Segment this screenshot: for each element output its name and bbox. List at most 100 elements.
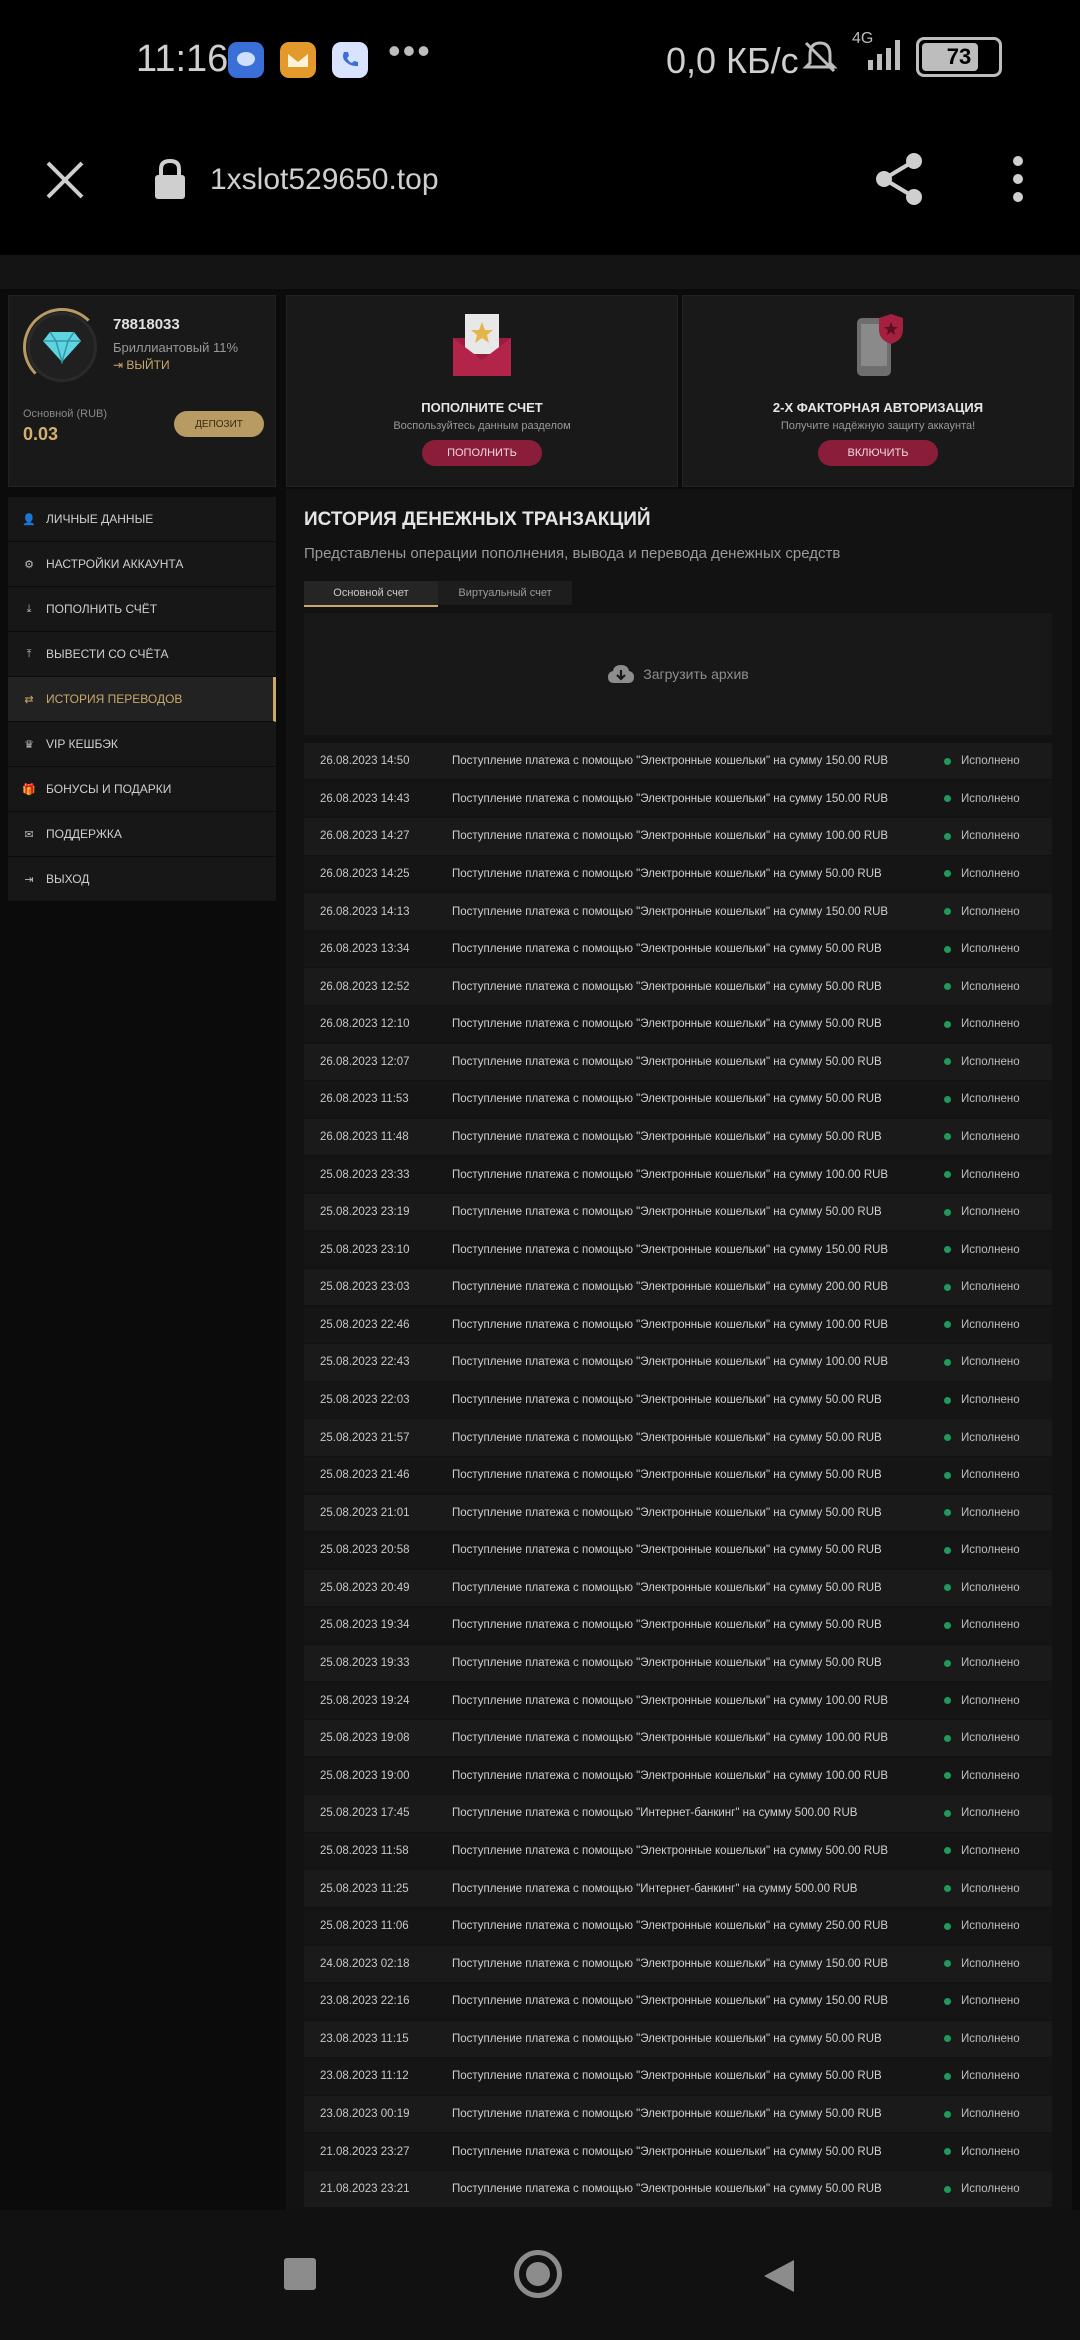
transaction-status: Исполнено	[944, 1319, 1052, 1331]
transfer-icon: ⇄	[24, 693, 34, 706]
transaction-date: 23.08.2023 11:15	[320, 2032, 409, 2045]
transaction-status: Исполнено	[944, 1206, 1052, 1218]
transaction-description: Поступление платежа с помощью "Электронн…	[452, 1356, 889, 1369]
clock: 11:16	[136, 38, 229, 80]
transaction-description: Поступление платежа с помощью "Электронн…	[452, 830, 889, 843]
transaction-date: 26.08.2023 14:50	[320, 755, 410, 768]
crown-icon: ♛	[24, 738, 34, 751]
table-row: 26.08.2023 14:50 Поступление платежа с по…	[304, 743, 1052, 780]
transaction-status: Исполнено	[944, 2033, 1052, 2045]
transaction-status: Исполнено	[944, 1920, 1052, 1932]
transaction-description: Поступление платежа с помощью "Электронн…	[452, 1243, 889, 1256]
transaction-description: Поступление платежа с помощью "Электронн…	[452, 1018, 882, 1031]
transaction-status: Исполнено	[944, 1807, 1052, 1819]
download-archive-button[interactable]: Загрузить архив	[304, 613, 1052, 735]
status-dot-icon	[944, 1358, 951, 1366]
menu-item-bonuses[interactable]: 🎁 БОНУСЫ И ПОДАРКИ	[8, 767, 276, 812]
status-dot-icon	[944, 2035, 951, 2043]
messages-app-icon	[228, 42, 264, 78]
table-row: 25.08.2023 19:34 Поступление платежа с по…	[304, 1607, 1052, 1644]
transaction-date: 25.08.2023 21:57	[320, 1431, 410, 1444]
status-dot-icon	[944, 757, 951, 765]
transaction-description: Поступление платежа с помощью "Электронн…	[452, 1318, 889, 1331]
transaction-description: Поступление платежа с помощью "Интернет-…	[452, 1882, 858, 1895]
status-dot-icon	[944, 870, 951, 878]
table-row: 25.08.2023 23:19 Поступление платежа с по…	[304, 1193, 1052, 1231]
table-row: 25.08.2023 23:33 Поступление платежа с по…	[304, 1156, 1052, 1193]
promo-deposit-button[interactable]: ПОПОЛНИТЬ	[422, 440, 542, 466]
status-dot-icon	[944, 1546, 951, 1554]
close-icon[interactable]	[40, 155, 90, 205]
menu-item-transfer-history[interactable]: ⇄ ИСТОРИЯ ПЕРЕВОДОВ	[8, 677, 276, 722]
menu-item-vip-cashback[interactable]: ♛ VIP КЕШБЭК	[8, 722, 276, 767]
transaction-status: Исполнено	[944, 1845, 1052, 1857]
transaction-date: 26.08.2023 14:13	[320, 905, 410, 918]
transaction-date: 25.08.2023 19:24	[320, 1694, 410, 1707]
system-indicators: 4G 73	[800, 30, 1002, 77]
gears-icon: ⚙	[24, 558, 34, 571]
status-dot-icon	[944, 1133, 951, 1141]
transaction-date: 25.08.2023 23:10	[320, 1243, 410, 1256]
transaction-date: 26.08.2023 13:34	[320, 943, 410, 956]
transaction-status: Исполнено	[944, 1883, 1052, 1895]
transaction-date: 26.08.2023 14:25	[320, 867, 410, 880]
back-button[interactable]	[762, 2258, 798, 2294]
status-dot-icon	[944, 1095, 951, 1103]
transaction-date: 25.08.2023 11:25	[320, 1882, 409, 1895]
logout-link[interactable]: ⇥ ВЫЙТИ	[113, 358, 170, 372]
status-dot-icon	[944, 832, 951, 840]
overflow-menu-icon[interactable]	[1000, 149, 1036, 209]
table-row: 24.08.2023 02:18 Поступление платежа с по…	[304, 1945, 1052, 1982]
gift-icon: 🎁	[22, 783, 36, 796]
status-dot-icon	[944, 1434, 951, 1442]
transactions-table: 26.08.2023 14:50 Поступление платежа с по…	[304, 743, 1052, 2209]
home-button[interactable]	[514, 2250, 562, 2298]
menu-item-deposit[interactable]: ⤓ ПОПОЛНИТЬ СЧЁТ	[8, 587, 276, 632]
tab-main-account[interactable]: Основной счет	[304, 581, 438, 607]
transaction-status: Исполнено	[944, 1356, 1052, 1368]
transaction-date: 25.08.2023 22:46	[320, 1318, 410, 1331]
transaction-status: Исполнено	[944, 1394, 1052, 1406]
table-row: 25.08.2023 21:01 Поступление платежа с по…	[304, 1494, 1052, 1531]
transaction-description: Поступление платежа с помощью "Интернет-…	[452, 1807, 858, 1820]
table-row: 26.08.2023 12:07 Поступление платежа с по…	[304, 1043, 1052, 1081]
menu-item-account-settings[interactable]: ⚙ НАСТРОЙКИ АККАУНТА	[8, 542, 276, 587]
table-row: 26.08.2023 13:34 Поступление платежа с по…	[304, 930, 1052, 968]
account-menu: 👤 ЛИЧНЫЕ ДАННЫЕ ⚙ НАСТРОЙКИ АККАУНТА ⤓ ПОПО…	[8, 497, 276, 902]
transaction-description: Поступление платежа с помощью "Электронн…	[452, 943, 882, 956]
page-subtitle: Представлены операции пополнения, вывода…	[304, 545, 841, 562]
tab-virtual-account[interactable]: Виртуальный счет	[438, 581, 572, 605]
more-notifications-icon: •••	[388, 30, 432, 71]
table-row: 25.08.2023 23:10 Поступление платежа с по…	[304, 1231, 1052, 1268]
deposit-button[interactable]: ДЕПОЗИТ	[174, 411, 264, 437]
status-dot-icon	[944, 2072, 951, 2080]
status-dot-icon	[944, 945, 951, 953]
transaction-status: Исполнено	[944, 1995, 1052, 2007]
menu-item-exit[interactable]: ⇥ ВЫХОД	[8, 857, 276, 902]
transaction-status: Исполнено	[944, 1432, 1052, 1444]
menu-item-withdraw[interactable]: ⤒ ВЫВЕСТИ СО СЧЁТА	[8, 632, 276, 677]
transaction-status: Исполнено	[944, 1056, 1052, 1068]
transaction-date: 25.08.2023 17:45	[320, 1807, 410, 1820]
phone-app-icon	[332, 42, 368, 78]
table-row: 26.08.2023 11:53 Поступление платежа с по…	[304, 1081, 1052, 1118]
table-row: 25.08.2023 11:25 Поступление платежа с по…	[304, 1870, 1052, 1907]
menu-item-support[interactable]: ✉ ПОДДЕРЖКА	[8, 812, 276, 857]
status-dot-icon	[944, 1621, 951, 1629]
recent-apps-button[interactable]	[284, 2258, 316, 2290]
transaction-status: Исполнено	[944, 943, 1052, 955]
share-icon[interactable]	[870, 149, 930, 209]
promo-2fa-button[interactable]: ВКЛЮЧИТЬ	[818, 440, 938, 466]
status-dot-icon	[944, 1208, 951, 1216]
status-dot-icon	[944, 1885, 951, 1893]
transaction-description: Поступление платежа с помощью "Электронн…	[452, 1920, 889, 1933]
table-row: 26.08.2023 11:48 Поступление платежа с по…	[304, 1118, 1052, 1156]
transaction-date: 25.08.2023 11:58	[320, 1844, 409, 1857]
transaction-date: 26.08.2023 14:43	[320, 792, 410, 805]
table-row: 25.08.2023 19:24 Поступление платежа с по…	[304, 1682, 1052, 1719]
table-row: 25.08.2023 11:58 Поступление платежа с по…	[304, 1832, 1052, 1870]
address-bar-url[interactable]: 1xslot529650.top	[210, 163, 439, 197]
menu-item-personal-data[interactable]: 👤 ЛИЧНЫЕ ДАННЫЕ	[8, 497, 276, 542]
status-dot-icon	[944, 2185, 951, 2193]
phone-shield-icon	[857, 314, 903, 376]
